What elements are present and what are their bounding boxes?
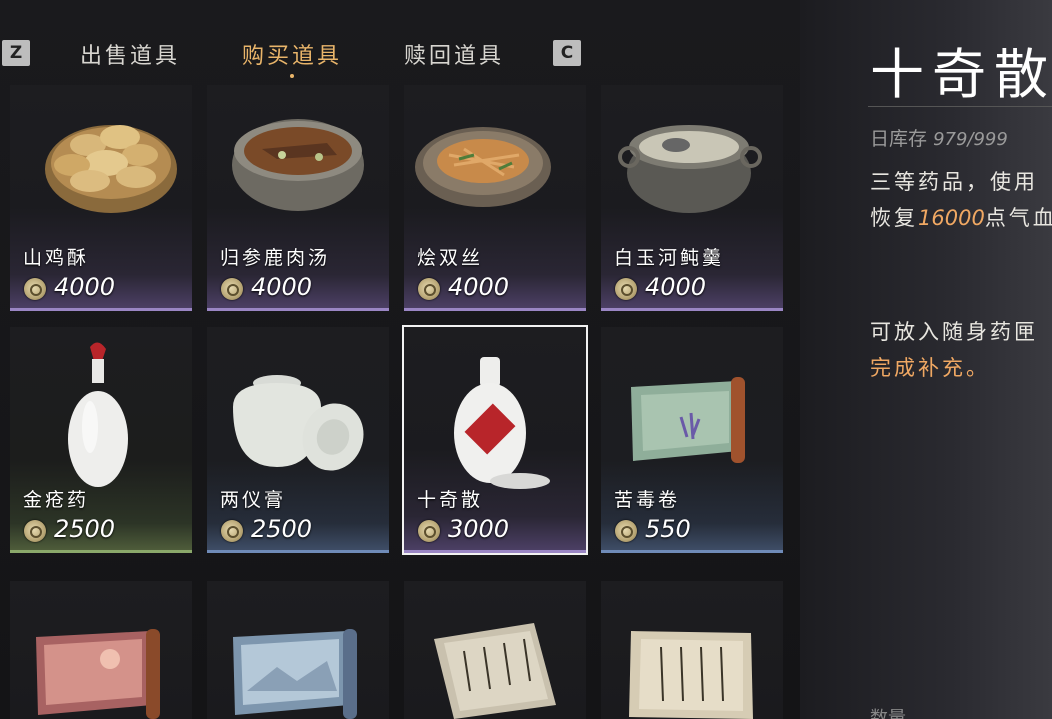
coin-icon xyxy=(615,520,637,542)
coin-icon xyxy=(418,278,440,300)
shop-item-card[interactable] xyxy=(207,581,389,719)
item-price: 4000 xyxy=(54,273,116,301)
scroll-icon xyxy=(233,629,357,719)
detail-item-title: 十奇散 xyxy=(870,43,1052,106)
medicine-vase-icon xyxy=(68,342,128,487)
desc-text: 点气血 xyxy=(984,206,1052,230)
shop-item-card-selected[interactable]: 十奇散 3000 xyxy=(402,325,588,555)
shop-item-card[interactable]: 金疮药 2500 xyxy=(10,327,192,553)
item-name: 山鸡酥 xyxy=(23,247,90,269)
shop-item-card[interactable]: 归参鹿肉汤 4000 xyxy=(207,85,389,311)
item-price: 2500 xyxy=(251,515,313,543)
coin-icon xyxy=(221,278,243,300)
detail-description-line: 三等药品，使用 xyxy=(870,170,1038,194)
coin-icon xyxy=(221,520,243,542)
shop-item-card[interactable]: 苦毒卷 550 xyxy=(601,327,783,553)
coin-icon xyxy=(24,278,46,300)
soup-tureen-icon xyxy=(618,125,762,213)
item-name: 苦毒卷 xyxy=(614,489,681,511)
item-name: 白玉河鲀羹 xyxy=(614,247,725,269)
item-name: 十奇散 xyxy=(417,489,484,511)
shop-item-card[interactable]: 白玉河鲀羹 4000 xyxy=(601,85,783,311)
item-price: 2500 xyxy=(54,515,116,543)
stock-value: 979/999 xyxy=(933,129,1008,150)
shop-item-card[interactable] xyxy=(10,581,192,719)
prev-tab-key-hint[interactable]: Z xyxy=(2,40,30,66)
item-name: 两仪膏 xyxy=(220,489,287,511)
item-name: 金疮药 xyxy=(23,489,90,511)
shop-item-card[interactable]: 烩双丝 4000 xyxy=(404,85,586,311)
active-tab-indicator xyxy=(290,74,294,78)
coin-icon xyxy=(615,278,637,300)
heal-amount: 16000 xyxy=(918,206,985,230)
item-price: 3000 xyxy=(448,515,510,543)
tab-sell[interactable]: 出售道具 xyxy=(80,38,180,70)
detail-description-line: 可放入随身药匣 xyxy=(870,320,1038,344)
quantity-label: 数量 xyxy=(870,708,906,719)
tab-redeem[interactable]: 赎回道具 xyxy=(404,38,504,70)
ointment-jar-icon xyxy=(233,375,364,471)
item-price: 4000 xyxy=(645,273,707,301)
item-name: 烩双丝 xyxy=(417,247,484,269)
shop-item-card[interactable]: 两仪膏 2500 xyxy=(207,327,389,553)
next-tab-key-hint[interactable]: C xyxy=(553,40,581,66)
detail-divider xyxy=(868,106,1052,107)
stir-fry-plate-icon xyxy=(415,127,551,207)
tab-buy[interactable]: 购买道具 xyxy=(242,38,342,70)
paper-manual-icon xyxy=(629,631,753,719)
item-price: 4000 xyxy=(251,273,313,301)
stock-label: 日库存 xyxy=(870,128,928,150)
paper-manual-icon xyxy=(434,623,556,719)
stew-pot-icon xyxy=(232,119,364,211)
shop-item-card[interactable] xyxy=(404,581,586,719)
desc-text: 恢复 xyxy=(870,206,918,230)
pastry-basket-icon xyxy=(45,125,177,213)
detail-description-line: 恢复16000点气血 xyxy=(870,202,1052,232)
item-price: 4000 xyxy=(448,273,510,301)
coin-icon xyxy=(418,520,440,542)
item-name: 归参鹿肉汤 xyxy=(220,247,331,269)
coin-icon xyxy=(24,520,46,542)
shop-item-card[interactable]: 山鸡酥 4000 xyxy=(10,85,192,311)
scroll-icon xyxy=(631,377,745,463)
item-price: 550 xyxy=(645,515,691,543)
daily-stock: 日库存 979/999 xyxy=(870,124,1008,151)
scroll-icon xyxy=(36,629,160,719)
detail-description-line: 完成补充。 xyxy=(870,356,990,380)
shop-item-card[interactable] xyxy=(601,581,783,719)
powder-bottle-icon xyxy=(454,357,550,489)
